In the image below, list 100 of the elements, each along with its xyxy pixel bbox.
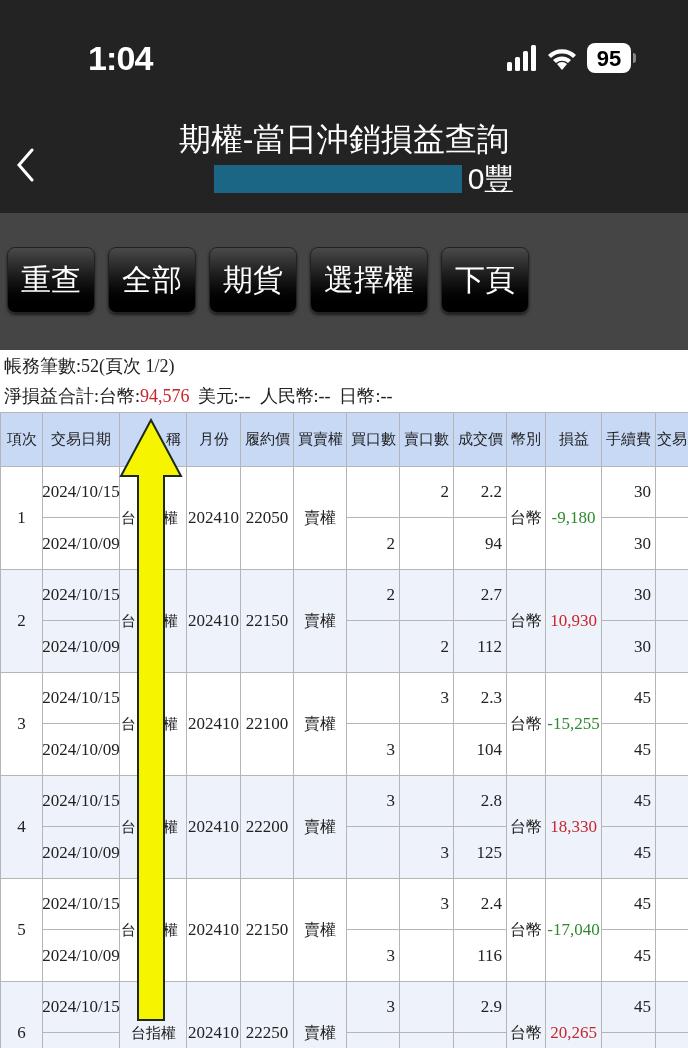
record-count: 帳務筆數:52(頁次 1/2) (4, 354, 175, 378)
sell-quantity: 2 (440, 635, 449, 658)
currency-totals: 美元:-- 人民幣:-- 日幣:-- (197, 385, 393, 408)
column-header: 成交價 (457, 429, 503, 451)
strike-cell-text: 22150 (245, 610, 289, 633)
column-header: 交易日期 (51, 429, 111, 451)
currency-cell-text: 台幣 (510, 919, 542, 941)
buy-quantity: 3 (386, 790, 395, 813)
product-name: 台 (121, 507, 136, 529)
trade-date: 2024/10/09 (42, 944, 120, 967)
trade-price: 2.2 (480, 481, 502, 504)
strike-cell-text: 22150 (245, 919, 289, 942)
trade-date: 2024/10/15 (42, 481, 120, 504)
trade-date: 2024/10/09 (42, 841, 120, 864)
trade-date: 2024/10/15 (42, 996, 120, 1019)
item-number: 6 (17, 1022, 26, 1045)
buy-quantity: 3 (386, 996, 395, 1019)
profit-loss: -9,180 (551, 507, 596, 530)
trade-date: 2024/10/15 (42, 687, 120, 710)
toolbar-button[interactable]: 下頁 (441, 246, 529, 313)
fee-cell-text: 30 (634, 635, 651, 658)
trade-price: 125 (476, 841, 502, 864)
buy-quantity: 2 (386, 532, 395, 555)
column-header: 手續費 (606, 429, 651, 451)
sell-quantity: 3 (440, 687, 449, 710)
page-title: 期權-當日沖銷損益查詢 (178, 119, 510, 159)
item-number: 5 (17, 919, 26, 942)
item-number: 4 (17, 816, 26, 839)
trade-price: 104 (476, 738, 502, 761)
fee-cell-text: 30 (634, 532, 651, 555)
toolbar-button[interactable]: 全部 (108, 246, 196, 313)
currency-cell-text: 台幣 (510, 713, 542, 735)
profit-loss: -17,040 (547, 919, 600, 942)
option-type: 賣權 (304, 507, 336, 529)
month-cell-text: 202410 (188, 1022, 239, 1045)
trade-date: 2024/10/09 (42, 635, 120, 658)
column-header: 買賣權 (297, 429, 343, 451)
product-name: 台指權 (130, 1022, 176, 1044)
buy-quantity: 3 (386, 738, 395, 761)
fee-cell-text: 45 (634, 687, 651, 710)
trade-price: 94 (485, 532, 502, 555)
strike-cell-text: 22250 (245, 1022, 289, 1045)
fee-cell-text: 45 (634, 944, 651, 967)
column-header: 買口數 (350, 429, 396, 451)
column-header: 月份 (198, 429, 229, 451)
signal-icon (507, 45, 537, 71)
sell-quantity: 2 (440, 481, 449, 504)
back-icon[interactable] (16, 148, 34, 182)
fee-cell-text: 30 (634, 481, 651, 504)
trade-price: 2.7 (480, 584, 502, 607)
strike-cell-text: 22200 (245, 816, 289, 839)
column-header: 幣別 (511, 429, 541, 451)
currency-cell-text: 台幣 (510, 610, 542, 632)
trade-date: 2024/10/15 (42, 790, 120, 813)
fee-cell-text: 45 (634, 738, 651, 761)
profit-loss: 20,265 (550, 1022, 597, 1045)
strike-cell-text: 22050 (245, 507, 289, 530)
currency-cell-text: 台幣 (510, 507, 542, 529)
wifi-icon (547, 46, 577, 70)
sell-quantity: 3 (440, 893, 449, 916)
trade-date: 2024/10/15 (42, 893, 120, 916)
option-type: 賣權 (304, 919, 336, 941)
buy-quantity: 3 (386, 944, 395, 967)
trade-price: 112 (477, 635, 502, 658)
toolbar-button[interactable]: 期貨 (209, 246, 297, 313)
column-header: 項次 (6, 429, 37, 451)
month-cell-text: 202410 (188, 507, 239, 530)
column-header: 損益 (558, 429, 589, 451)
buy-quantity: 2 (386, 584, 395, 607)
column-header: 交易 (657, 429, 687, 451)
month-cell-text: 202410 (188, 713, 239, 736)
product-name: 台 (121, 816, 136, 838)
option-type: 賣權 (304, 610, 336, 632)
total-value: 94,576 (140, 385, 190, 408)
trade-price: 2.4 (480, 893, 502, 916)
product-name: 台 (121, 713, 136, 735)
fee-cell-text: 45 (634, 893, 651, 916)
toolbar-button[interactable]: 選擇權 (310, 246, 428, 313)
fee-cell-text: 45 (634, 841, 651, 864)
month-cell-text: 202410 (188, 816, 239, 839)
total-label: 淨損益合計:台幣: (4, 385, 140, 408)
trade-price: 2.8 (480, 790, 502, 813)
trade-price: 2.9 (480, 996, 502, 1019)
option-type: 賣權 (304, 1022, 336, 1044)
trade-date: 2024/10/15 (42, 584, 120, 607)
fee-cell-text: 45 (634, 790, 651, 813)
profit-loss: 18,330 (550, 816, 597, 839)
column-header: 賣口數 (404, 429, 449, 451)
column-header: 履約價 (244, 429, 290, 451)
column-header: 稱 (166, 429, 181, 451)
account-name: 0豐 (467, 160, 515, 197)
profit-loss: 10,930 (550, 610, 597, 633)
profit-loss: -15,255 (547, 713, 600, 736)
fee-cell-text: 45 (634, 996, 651, 1019)
trade-date: 2024/10/09 (42, 738, 120, 761)
fee-cell-text: 30 (634, 584, 651, 607)
toolbar-button[interactable]: 重查 (7, 246, 95, 313)
trade-price: 116 (477, 944, 502, 967)
status-time: 1:04 (88, 37, 153, 79)
battery-icon: 95 (587, 43, 631, 73)
